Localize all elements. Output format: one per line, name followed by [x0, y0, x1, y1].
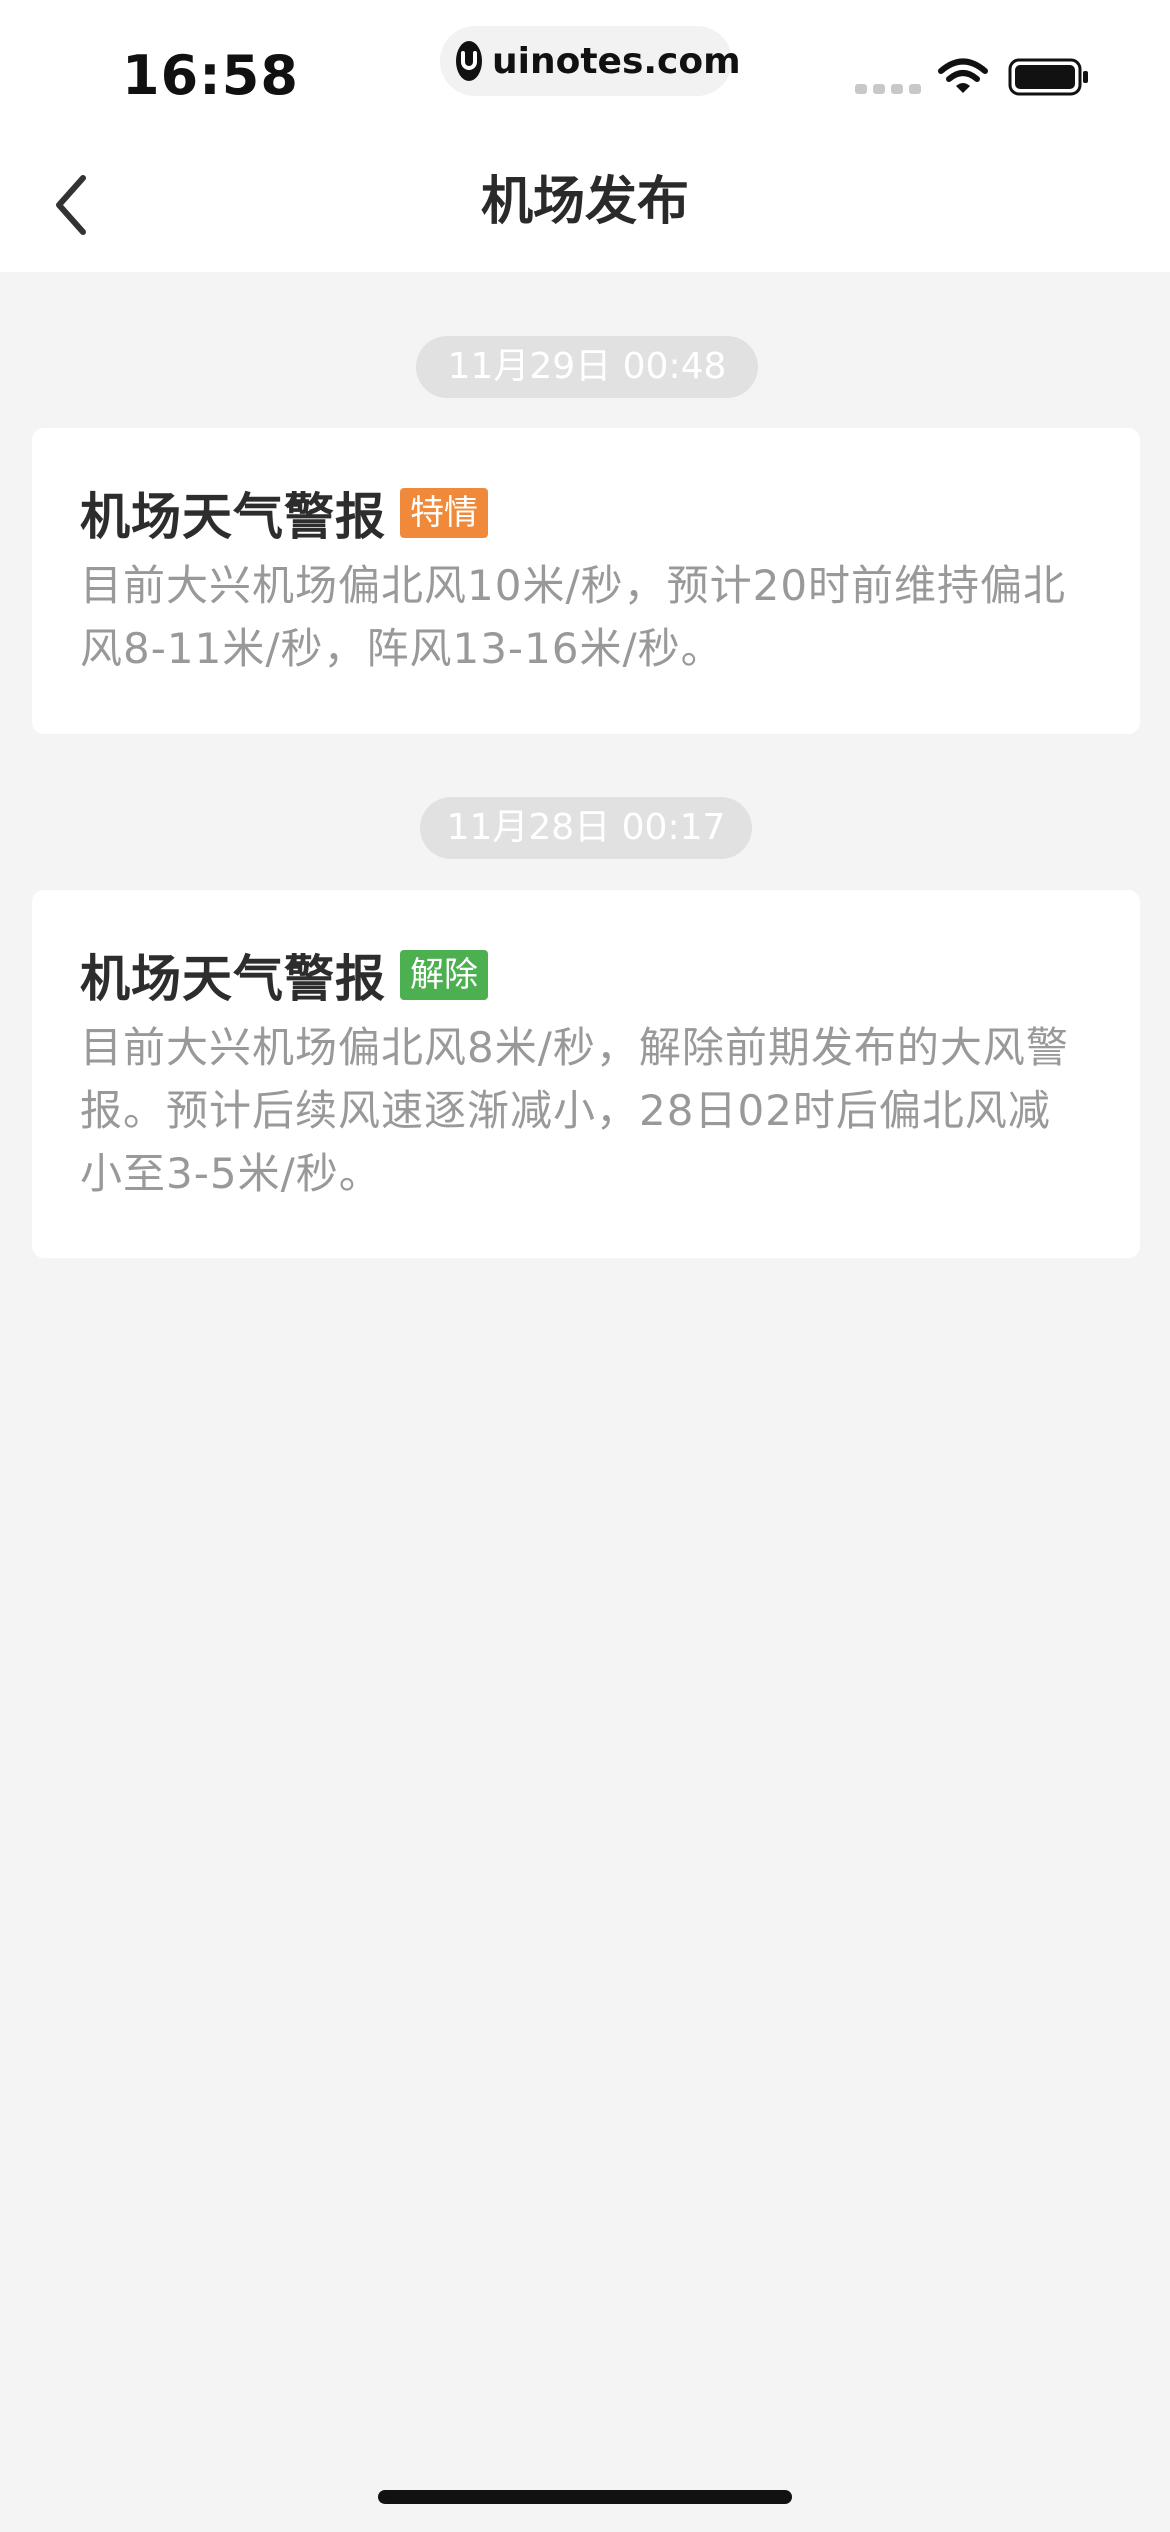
- alert-card[interactable]: 机场天气警报 特情 目前大兴机场偏北风10米/秒，预计20时前维持偏北风8-11…: [32, 428, 1140, 734]
- nav-bar: 机场发布: [0, 140, 1170, 272]
- alert-card[interactable]: 机场天气警报 解除 目前大兴机场偏北风8米/秒，解除前期发布的大风警报。预计后续…: [32, 890, 1140, 1258]
- page-title: 机场发布: [480, 172, 689, 232]
- card-body: 目前大兴机场偏北风10米/秒，预计20时前维持偏北风8-11米/秒，阵风13-1…: [80, 561, 1067, 673]
- battery-icon: [1008, 58, 1092, 100]
- date-pill: 11月28日 00:17: [420, 797, 752, 859]
- cellular-signal-icon: [855, 84, 921, 94]
- card-title: 机场天气警报: [80, 488, 386, 546]
- card-body: 目前大兴机场偏北风8米/秒，解除前期发布的大风警报。预计后续风速逐渐减小，28日…: [80, 1023, 1069, 1198]
- status-badge: 解除: [400, 950, 488, 1000]
- watermark-text: uinotes.com: [492, 40, 741, 82]
- status-badge: 特情: [400, 488, 488, 538]
- card-header: 机场天气警报 特情: [80, 478, 1090, 548]
- status-time: 16:58: [122, 44, 299, 107]
- uinotes-logo-icon: [456, 41, 482, 81]
- watermark-pill: uinotes.com: [440, 26, 741, 96]
- date-pill: 11月29日 00:48: [416, 336, 758, 398]
- card-title: 机场天气警报: [80, 950, 386, 1008]
- home-indicator[interactable]: [378, 2490, 792, 2504]
- wifi-icon: [938, 58, 988, 100]
- status-bar: 16:58 uinotes.com: [0, 0, 1170, 140]
- card-header: 机场天气警报 解除: [80, 940, 1090, 1010]
